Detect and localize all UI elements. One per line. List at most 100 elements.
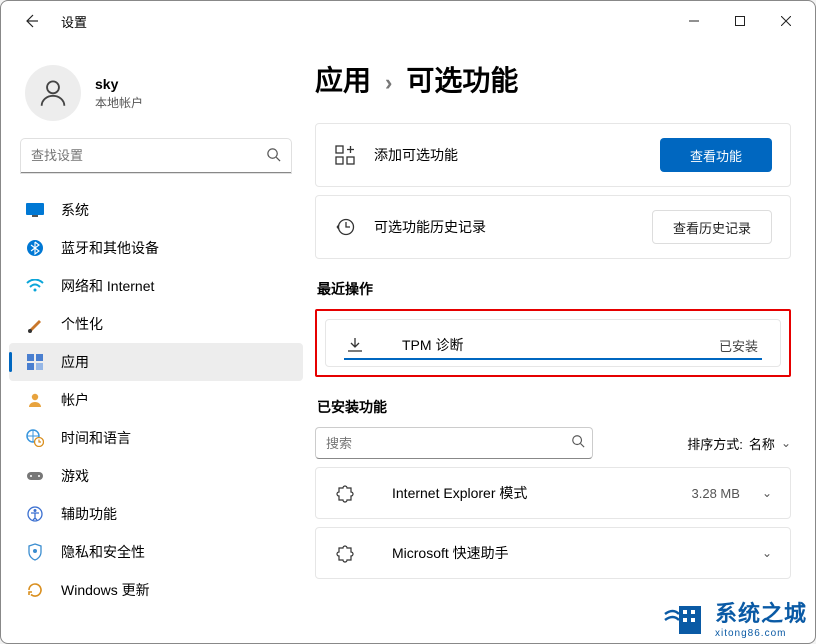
- display-icon: [25, 200, 45, 220]
- close-icon: [781, 16, 791, 26]
- chevron-down-icon: ⌄: [762, 486, 772, 500]
- breadcrumb-current: 可选功能: [406, 59, 518, 99]
- brush-icon: [25, 314, 45, 334]
- view-features-button[interactable]: 查看功能: [660, 138, 772, 172]
- update-icon: [25, 580, 45, 600]
- shield-icon: [25, 542, 45, 562]
- feature-item[interactable]: Internet Explorer 模式 3.28 MB ⌄: [315, 467, 791, 519]
- back-button[interactable]: [17, 7, 45, 35]
- add-feature-card: 添加可选功能 查看功能: [315, 123, 791, 187]
- sidebar-item-label: 辅助功能: [61, 504, 117, 524]
- sidebar-item-gaming[interactable]: 游戏: [1, 457, 311, 495]
- arrow-left-icon: [23, 13, 39, 29]
- sidebar-item-accounts[interactable]: 帐户: [1, 381, 311, 419]
- window-controls: [671, 5, 809, 37]
- search-input[interactable]: [21, 139, 291, 173]
- sidebar-item-label: 蓝牙和其他设备: [61, 238, 159, 258]
- maximize-button[interactable]: [717, 5, 763, 37]
- person-icon: [36, 76, 70, 110]
- progress-bar: [344, 358, 762, 360]
- recent-item[interactable]: TPM 诊断 已安装: [325, 319, 781, 367]
- history-label: 可选功能历史记录: [374, 217, 652, 237]
- sidebar-item-bluetooth[interactable]: 蓝牙和其他设备: [1, 229, 311, 267]
- feature-size: 3.28 MB: [692, 486, 740, 501]
- sidebar-item-label: 应用: [61, 352, 89, 372]
- body: sky 本地帐户 系统 蓝牙和其他设备: [1, 41, 815, 643]
- sidebar-item-label: 网络和 Internet: [61, 276, 154, 296]
- search-wrap: [21, 139, 291, 173]
- globe-clock-icon: [25, 428, 45, 448]
- minimize-icon: [689, 16, 699, 26]
- bluetooth-icon: [25, 238, 45, 258]
- user-name: sky: [95, 76, 143, 92]
- installed-heading: 已安装功能: [317, 397, 791, 417]
- accessibility-icon: [25, 504, 45, 524]
- sidebar-item-personalization[interactable]: 个性化: [1, 305, 311, 343]
- chevron-down-icon: ⌄: [762, 546, 772, 560]
- feature-name: Internet Explorer 模式: [392, 483, 692, 503]
- history-card: 可选功能历史记录 查看历史记录: [315, 195, 791, 259]
- window-title: 设置: [61, 12, 87, 31]
- sidebar-item-label: 游戏: [61, 466, 89, 486]
- search-icon: [571, 434, 585, 448]
- puzzle-icon: [334, 542, 356, 564]
- wifi-icon: [25, 276, 45, 296]
- sidebar-item-label: Windows 更新: [61, 580, 150, 600]
- download-icon: [344, 334, 366, 356]
- minimize-button[interactable]: [671, 5, 717, 37]
- apps-icon: [25, 352, 45, 372]
- account-icon: [25, 390, 45, 410]
- feature-item[interactable]: Microsoft 快速助手 ⌄: [315, 527, 791, 579]
- breadcrumb-parent[interactable]: 应用: [315, 59, 371, 99]
- view-history-button[interactable]: 查看历史记录: [652, 210, 772, 244]
- user-text: sky 本地帐户: [95, 76, 143, 111]
- user-block[interactable]: sky 本地帐户: [1, 51, 311, 139]
- maximize-icon: [735, 16, 745, 26]
- titlebar: 设置: [1, 1, 815, 41]
- recent-card-highlight: TPM 诊断 已安装: [315, 309, 791, 377]
- recent-item-status: 已安装: [719, 336, 758, 355]
- settings-window: 设置 sky 本地帐户: [0, 0, 816, 644]
- chevron-down-icon: ⌄: [781, 436, 791, 450]
- gaming-icon: [25, 466, 45, 486]
- sidebar-item-label: 时间和语言: [61, 428, 131, 448]
- grid-plus-icon: [334, 144, 356, 166]
- watermark-logo-icon: [663, 598, 709, 638]
- content: 应用 › 可选功能 添加可选功能 查看功能 可选功能历史记录 查看历史记录 最近…: [311, 41, 815, 643]
- installed-search-wrap: [315, 427, 593, 459]
- breadcrumb-separator: ›: [385, 70, 392, 96]
- history-icon: [334, 216, 356, 238]
- watermark-sub: xitong86.com: [715, 628, 807, 639]
- sidebar-item-system[interactable]: 系统: [1, 191, 311, 229]
- sidebar-item-privacy[interactable]: 隐私和安全性: [1, 533, 311, 571]
- sidebar-item-windows-update[interactable]: Windows 更新: [1, 571, 311, 609]
- sidebar-item-label: 个性化: [61, 314, 103, 334]
- sidebar-item-label: 帐户: [61, 390, 89, 410]
- sort-value: 名称: [749, 434, 775, 453]
- watermark-text: 系统之城 xitong86.com: [715, 596, 807, 639]
- close-button[interactable]: [763, 5, 809, 37]
- sidebar-item-accessibility[interactable]: 辅助功能: [1, 495, 311, 533]
- recent-heading: 最近操作: [317, 279, 791, 299]
- watermark-main: 系统之城: [715, 596, 807, 628]
- puzzle-icon: [334, 482, 356, 504]
- feature-name: Microsoft 快速助手: [392, 543, 740, 563]
- breadcrumb: 应用 › 可选功能: [315, 59, 791, 99]
- search-icon: [266, 147, 281, 162]
- recent-item-label: TPM 诊断: [402, 335, 719, 355]
- sidebar: sky 本地帐户 系统 蓝牙和其他设备: [1, 41, 311, 643]
- sidebar-item-label: 系统: [61, 200, 89, 220]
- add-feature-label: 添加可选功能: [374, 145, 660, 165]
- watermark: 系统之城 xitong86.com: [659, 594, 811, 641]
- sidebar-item-time-language[interactable]: 时间和语言: [1, 419, 311, 457]
- nav: 系统 蓝牙和其他设备 网络和 Internet 个性化 应用: [1, 191, 311, 609]
- installed-search-input[interactable]: [315, 427, 593, 459]
- installed-header: 排序方式: 名称 ⌄: [315, 427, 791, 459]
- sort-label: 排序方式:: [687, 434, 743, 453]
- sidebar-item-label: 隐私和安全性: [61, 542, 145, 562]
- sort-dropdown[interactable]: 排序方式: 名称 ⌄: [687, 434, 791, 453]
- user-subtitle: 本地帐户: [95, 94, 143, 111]
- sidebar-item-apps[interactable]: 应用: [9, 343, 303, 381]
- sidebar-item-network[interactable]: 网络和 Internet: [1, 267, 311, 305]
- avatar: [25, 65, 81, 121]
